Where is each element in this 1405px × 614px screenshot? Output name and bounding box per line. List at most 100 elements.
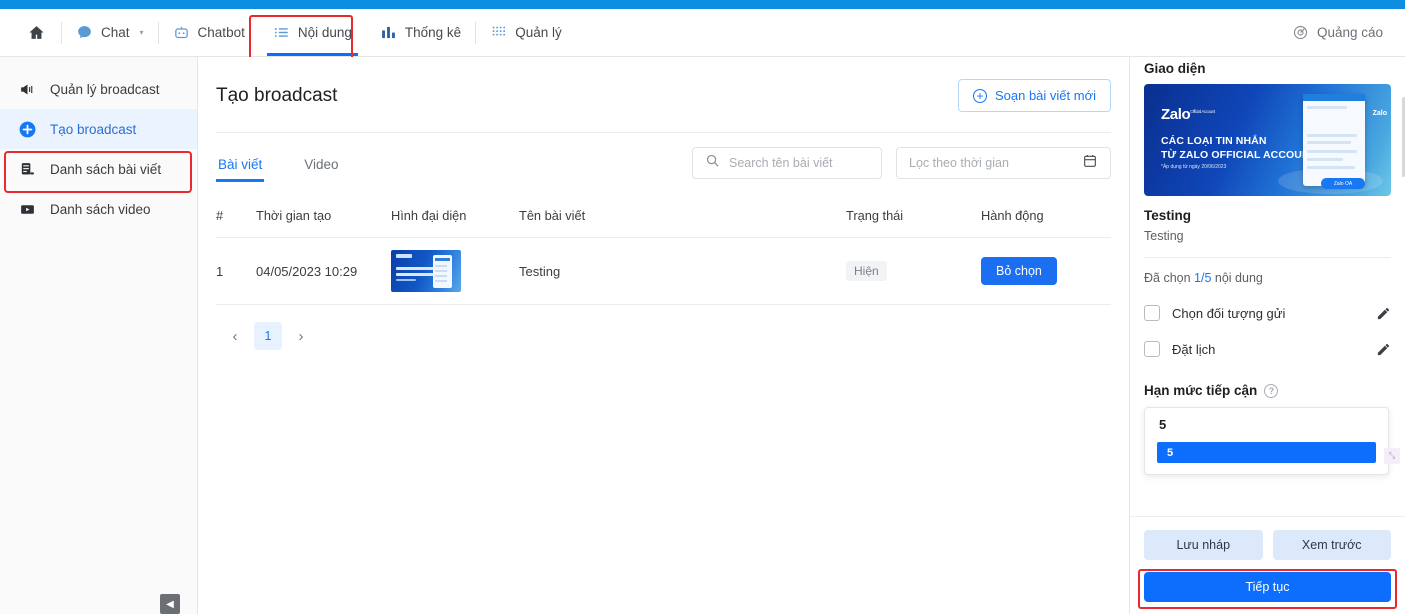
content-tabs-row: Bài viết Video Search tên bài viết Lọc t… — [216, 133, 1111, 185]
pagination: ‹ 1 › — [216, 305, 1111, 350]
nav-thongke-button[interactable]: Thống kê — [366, 9, 475, 56]
pagination-page-1[interactable]: 1 — [254, 322, 282, 350]
cell-status: Hiện — [846, 237, 981, 305]
preview-button[interactable]: Xem trước — [1272, 530, 1391, 560]
edit-pencil-icon[interactable] — [1376, 342, 1391, 357]
pagination-next-button[interactable]: › — [288, 323, 314, 349]
th-status: Trạng thái — [846, 198, 981, 238]
cell-index: 1 — [216, 237, 256, 305]
nav-quangcao-label: Quảng cáo — [1316, 25, 1383, 40]
post-thumbnail-image — [391, 250, 461, 292]
sidebar-label: Danh sách bài viết — [50, 161, 162, 177]
tab-video[interactable]: Video — [302, 151, 340, 182]
selected-item-name: Testing — [1144, 208, 1191, 223]
selected-suffix: nội dung — [1211, 271, 1263, 285]
help-icon[interactable]: ? — [1264, 383, 1279, 398]
sidebar-item-danh-sach-video[interactable]: Danh sách video — [0, 189, 197, 229]
home-icon — [28, 24, 45, 41]
selected-count: 1/5 — [1194, 271, 1212, 285]
th-index: # — [216, 198, 256, 238]
row-chon-doi-tuong-gui[interactable]: Chọn đối tượng gửi — [1144, 305, 1391, 321]
right-panel-footer: Lưu nháp Xem trước Tiếp tục — [1130, 516, 1405, 614]
tab-bai-viet[interactable]: Bài viết — [216, 151, 265, 182]
table-header-row: # Thời gian tạo Hình đại diện Tên bài vi… — [216, 198, 1111, 238]
reach-limit-label-row: Hạn mức tiếp cận ? — [1144, 383, 1391, 398]
chat-icon — [76, 24, 93, 41]
reach-limit-selected-value: 5 — [1159, 417, 1167, 432]
video-icon — [17, 201, 37, 218]
sidebar-item-quan-ly-broadcast[interactable]: Quản lý broadcast — [0, 69, 197, 109]
bar-chart-icon — [380, 24, 397, 41]
sidebar-label: Quản lý broadcast — [50, 81, 160, 97]
chatbot-icon — [173, 24, 190, 41]
zalo-brand-label: ZaloOfficial Account — [1161, 106, 1215, 123]
list-icon — [273, 24, 290, 41]
main-content: Tạo broadcast + Soạn bài viết mới Bài vi… — [198, 57, 1130, 614]
nav-noidung-label: Nội dung — [297, 25, 352, 40]
sidebar-label: Danh sách video — [50, 201, 151, 217]
compose-new-post-button[interactable]: + Soạn bài viết mới — [957, 79, 1111, 112]
checkbox-label: Đặt lịch — [1172, 341, 1216, 357]
banner-phone-mockup — [1303, 94, 1365, 186]
plus-circle-icon — [17, 120, 37, 139]
save-draft-button[interactable]: Lưu nháp — [1144, 530, 1263, 560]
nav-home-button[interactable] — [0, 9, 61, 56]
date-filter-input[interactable]: Lọc theo thời gian — [896, 147, 1111, 179]
th-thumbnail: Hình đại diện — [391, 198, 519, 238]
pagination-prev-button[interactable]: ‹ — [222, 323, 248, 349]
nav-thongke-label: Thống kê — [404, 25, 462, 40]
calendar-icon[interactable] — [1082, 153, 1098, 174]
edit-pencil-icon[interactable] — [1376, 306, 1391, 321]
nav-chatbot-button[interactable]: Chatbot — [159, 9, 259, 56]
sidebar-item-danh-sach-bai-viet[interactable]: Danh sách bài viết — [0, 149, 197, 189]
status-badge: Hiện — [846, 261, 887, 281]
top-accent-bar — [0, 0, 1405, 9]
nav-chat-label: Chat — [101, 25, 130, 40]
search-placeholder: Search tên bài viết — [729, 156, 833, 170]
nav-quanly-label: Quản lý — [515, 25, 562, 40]
table-head: # Thời gian tạo Hình đại diện Tên bài vi… — [216, 198, 1111, 238]
date-filter-placeholder: Lọc theo thời gian — [909, 156, 1009, 170]
reach-limit-label: Hạn mức tiếp cận — [1144, 383, 1258, 398]
sidebar-collapse-button[interactable]: ◀ — [160, 594, 180, 614]
row-dat-lich[interactable]: Đặt lịch — [1144, 341, 1391, 357]
continue-button[interactable]: Tiếp tục — [1144, 572, 1391, 602]
nav-chatbot-label: Chatbot — [197, 25, 245, 40]
sidebar-item-tao-broadcast[interactable]: Tạo broadcast — [0, 109, 197, 149]
compose-button-label: Soạn bài viết mới — [994, 88, 1096, 103]
article-list-icon — [17, 161, 37, 178]
main-navbar: Chat ▾ Chatbot Nội dung Thống kê Quản lý… — [0, 9, 1405, 61]
megaphone-icon — [17, 81, 37, 98]
th-created: Thời gian tạo — [256, 198, 391, 238]
banner-badge: Zalo — [1372, 110, 1387, 117]
chevron-down-icon[interactable]: ▾ — [140, 28, 144, 37]
checkbox-dat-lich[interactable] — [1144, 341, 1160, 357]
navbar-items: Chat ▾ Chatbot Nội dung Thống kê Quản lý — [0, 9, 576, 56]
selected-item-description: Testing — [1144, 229, 1391, 258]
reach-limit-dropdown[interactable]: 5 5 ⤡ — [1144, 407, 1400, 475]
nav-quangcao-button[interactable]: Quảng cáo — [1292, 24, 1405, 41]
search-icon — [705, 153, 720, 173]
search-input[interactable]: Search tên bài viết — [692, 147, 882, 179]
page-body: Quản lý broadcast Tạo broadcast Danh sác… — [0, 57, 1405, 614]
deselect-button[interactable]: Bỏ chọn — [981, 257, 1057, 285]
nav-chat-button[interactable]: Chat ▾ — [62, 9, 158, 56]
resize-handle[interactable]: ⤡ — [1384, 448, 1400, 464]
banner-subline: *Áp dụng từ ngày 20/06/2023 — [1161, 164, 1227, 170]
checkbox-label: Chọn đối tượng gửi — [1172, 305, 1286, 321]
right-panel: Giao diện ZaloOfficial Account CÁC LOẠI … — [1130, 57, 1405, 614]
sidebar-label: Tạo broadcast — [50, 121, 137, 137]
table-row[interactable]: 1 04/05/2023 10:29 Testing Hiện Bỏ chọn — [216, 237, 1111, 305]
secondary-buttons-row: Lưu nháp Xem trước — [1144, 530, 1391, 560]
page-header: Tạo broadcast + Soạn bài viết mới — [216, 57, 1111, 133]
grid-icon — [490, 24, 507, 41]
selected-count-text: Đã chọn 1/5 nội dung — [1144, 258, 1391, 285]
checkbox-chon-doi-tuong-gui[interactable] — [1144, 305, 1160, 321]
nav-noidung-tab[interactable]: Nội dung — [259, 9, 366, 56]
right-panel-title: Giao diện — [1144, 61, 1206, 76]
reach-limit-option-5[interactable]: 5 — [1157, 442, 1376, 463]
left-sidebar: Quản lý broadcast Tạo broadcast Danh sác… — [0, 57, 198, 614]
right-panel-scroll-area: Giao diện ZaloOfficial Account CÁC LOẠI … — [1130, 57, 1405, 516]
cell-action: Bỏ chọn — [981, 237, 1111, 305]
nav-quanly-button[interactable]: Quản lý — [476, 9, 576, 56]
